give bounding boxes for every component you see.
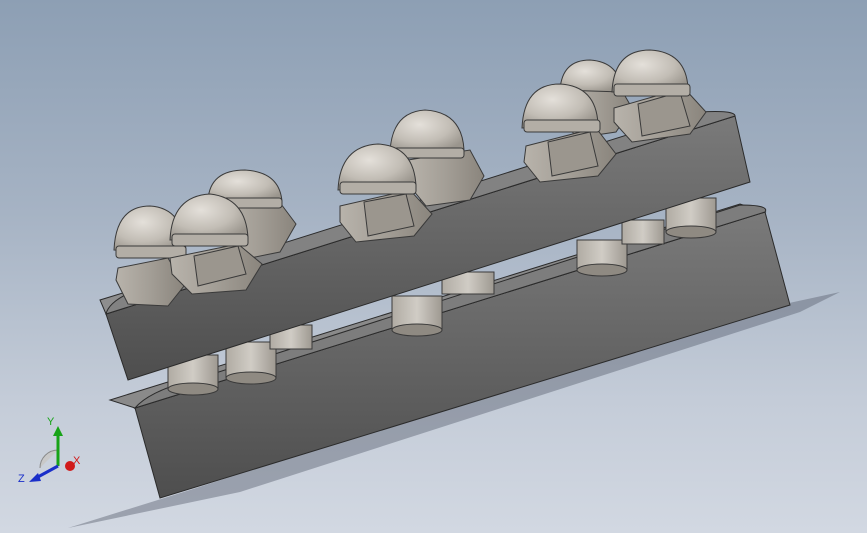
z-axis-arrow-icon [35, 464, 59, 480]
cad-assembly-model[interactable] [0, 0, 867, 533]
y-axis-arrowhead-icon [53, 426, 63, 436]
graphics-viewport[interactable]: Y Z X [0, 0, 867, 533]
z-axis-arrowhead-icon [29, 473, 41, 482]
reference-triad[interactable]: Y Z X [12, 412, 92, 492]
acorn-nut-front-5[interactable] [611, 49, 707, 143]
z-axis-label: Z [18, 473, 25, 485]
y-axis-label: Y [47, 416, 55, 428]
x-axis-label: X [73, 455, 81, 467]
triad-arc-icon [39, 449, 59, 469]
